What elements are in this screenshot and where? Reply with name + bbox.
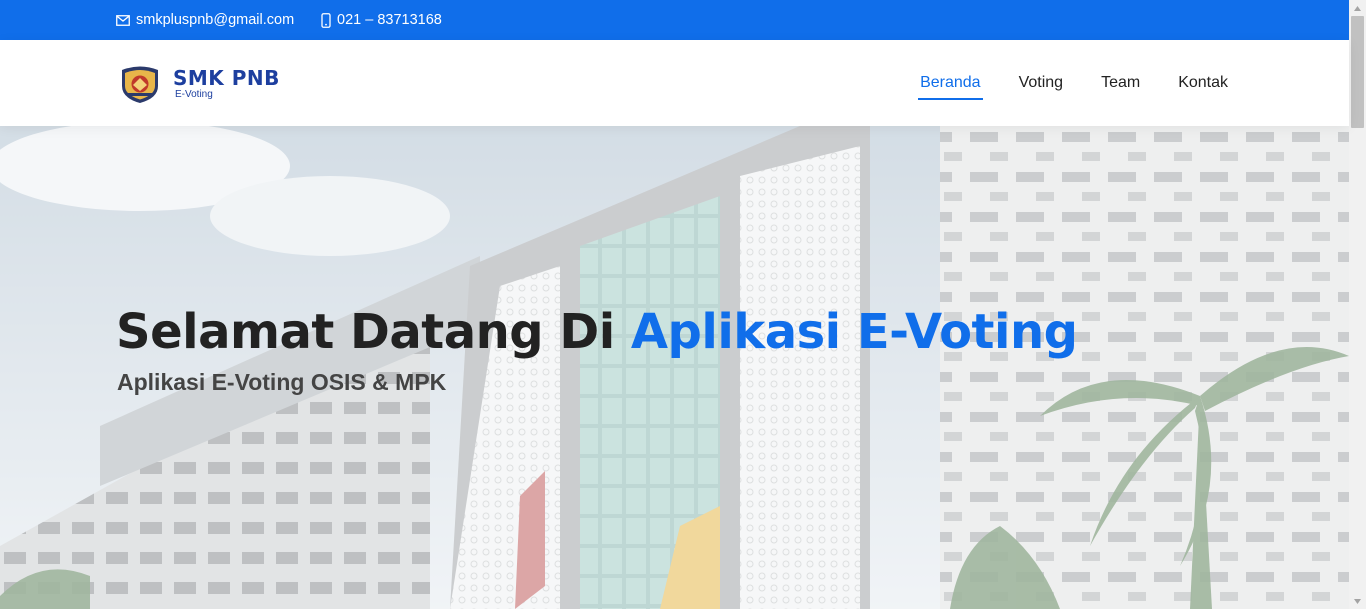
topbar-email-text: smkpluspnb@gmail.com bbox=[136, 12, 295, 28]
nav-item-beranda[interactable]: Beranda bbox=[918, 68, 983, 100]
school-emblem-icon bbox=[122, 66, 158, 103]
scrollbar-thumb[interactable] bbox=[1351, 16, 1364, 128]
hero-title-prefix: Selamat Datang Di bbox=[116, 304, 615, 360]
hero-title: Selamat Datang Di Aplikasi E-Voting bbox=[116, 304, 1078, 360]
nav-item-voting[interactable]: Voting bbox=[1017, 68, 1065, 98]
logo-name: SMK PNB bbox=[173, 66, 280, 90]
hero-title-accent: Aplikasi E-Voting bbox=[630, 304, 1078, 360]
main-nav: Beranda Voting Team Kontak bbox=[884, 40, 1230, 126]
topbar-phone-text: 021 – 83713168 bbox=[337, 12, 442, 28]
topbar: smkpluspnb@gmail.com 021 – 83713168 bbox=[0, 0, 1349, 40]
topbar-email[interactable]: smkpluspnb@gmail.com bbox=[116, 0, 294, 40]
scroll-down-arrow-icon[interactable] bbox=[1349, 593, 1366, 609]
envelope-icon bbox=[116, 14, 130, 26]
page-scrollbar[interactable] bbox=[1349, 0, 1366, 609]
hero-subtitle: Aplikasi E-Voting OSIS & MPK bbox=[117, 369, 447, 395]
logo[interactable]: SMK PNB E-Voting bbox=[118, 62, 328, 106]
nav-item-team[interactable]: Team bbox=[1099, 68, 1142, 98]
hero-overlay bbox=[0, 126, 1349, 609]
hero-section: Selamat Datang Di Aplikasi E-Voting Apli… bbox=[0, 126, 1349, 609]
topbar-phone[interactable]: 021 – 83713168 bbox=[321, 0, 442, 40]
phone-icon bbox=[321, 12, 331, 28]
scroll-up-arrow-icon[interactable] bbox=[1349, 0, 1366, 16]
header: SMK PNB E-Voting Beranda Voting Team Kon… bbox=[0, 40, 1349, 126]
nav-item-kontak[interactable]: Kontak bbox=[1176, 68, 1230, 98]
logo-subtitle: E-Voting bbox=[175, 89, 213, 100]
